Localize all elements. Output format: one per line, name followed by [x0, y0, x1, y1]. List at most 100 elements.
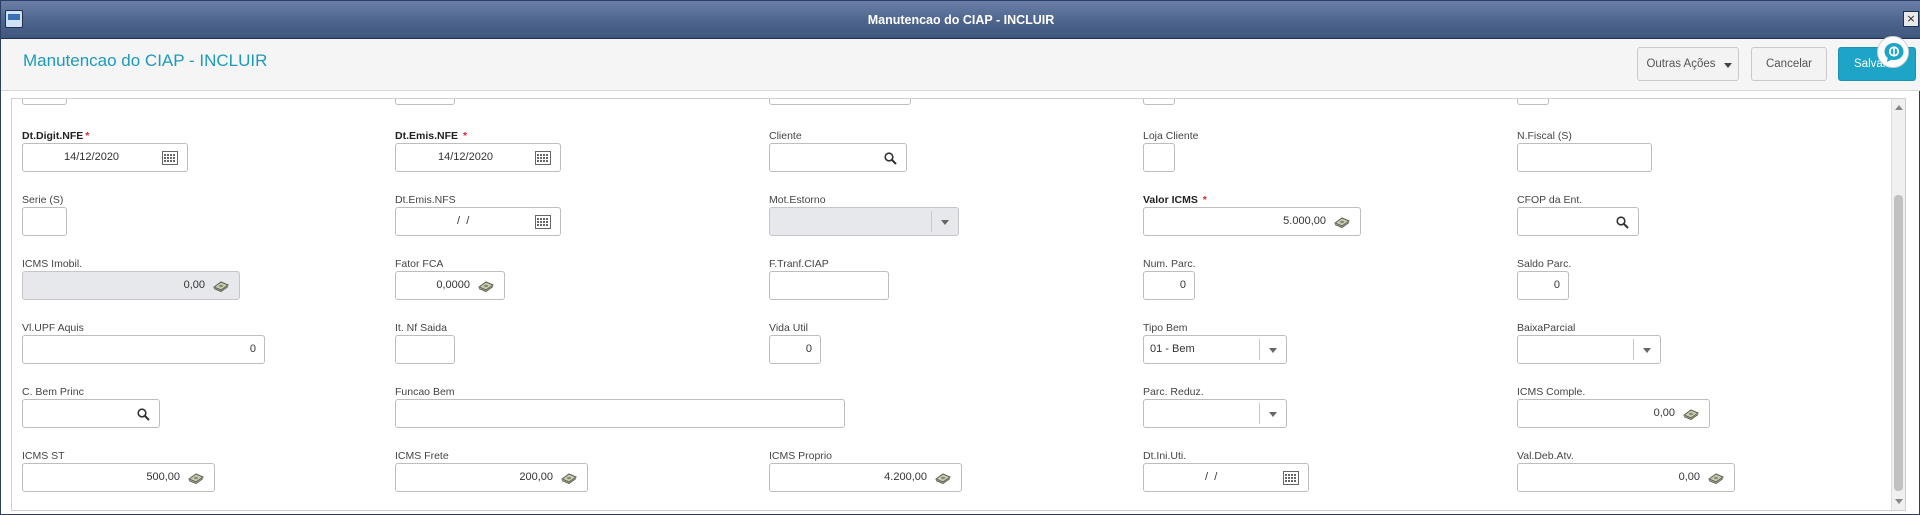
saldo-parc-input[interactable]: 0	[1517, 271, 1569, 300]
calendar-icon[interactable]	[1283, 471, 1299, 488]
dt-digit-nfe-label: Dt.Digit.NFE *	[22, 130, 90, 142]
num-parc-label: Num. Parc.	[1143, 258, 1196, 270]
parc-reduz-select[interactable]	[1143, 399, 1287, 428]
cliente-label: Cliente	[769, 130, 802, 142]
money-icon[interactable]	[560, 472, 578, 487]
money-icon[interactable]	[1707, 472, 1725, 487]
it-nf-saida-label: It. Nf Saida	[395, 322, 447, 334]
tipo-bem-label: Tipo Bem	[1143, 322, 1188, 334]
money-icon[interactable]	[1682, 408, 1700, 423]
title-bar: Manutencao do CIAP - INCLUIR ×	[1, 1, 1920, 39]
clipped-field	[1143, 99, 1175, 105]
saldo-parc-label: Saldo Parc.	[1517, 258, 1572, 270]
num-parc-input[interactable]: 0	[1143, 271, 1195, 300]
page-header: Manutencao do CIAP - INCLUIR Outras Açõe…	[1, 39, 1920, 91]
funcao-bem-input[interactable]	[395, 399, 845, 428]
money-icon[interactable]	[187, 472, 205, 487]
money-icon[interactable]	[212, 280, 230, 295]
dt-emis-nfs-input[interactable]: / /	[395, 207, 561, 236]
serie-s-input[interactable]	[22, 207, 67, 236]
calendar-icon[interactable]	[535, 215, 551, 232]
window-title: Manutencao do CIAP - INCLUIR	[867, 13, 1055, 27]
fator-fca-input[interactable]: 0,0000	[395, 271, 505, 300]
baixa-parcial-select[interactable]	[1517, 335, 1661, 364]
mot-estorno-label: Mot.Estorno	[769, 194, 826, 206]
vl-upf-aquis-label: Vl.UPF Aquis	[22, 322, 84, 334]
serie-s-label: Serie (S)	[22, 194, 64, 206]
icms-frete-input[interactable]: 200,00	[395, 463, 588, 492]
select-divider	[1633, 339, 1634, 360]
mot-estorno-select[interactable]	[769, 207, 959, 236]
chevron-down-icon[interactable]	[1269, 412, 1277, 417]
clipped-field	[1517, 99, 1549, 105]
close-window-button[interactable]: ×	[1903, 11, 1919, 27]
val-deb-atv-input[interactable]: 0,00	[1517, 463, 1735, 492]
vida-util-label: Vida Util	[769, 322, 808, 334]
tipo-bem-select[interactable]: 01 - Bem	[1143, 335, 1287, 364]
loja-cliente-label: Loja Cliente	[1143, 130, 1199, 142]
loja-cliente-input[interactable]	[1143, 143, 1175, 172]
chevron-down-icon[interactable]	[1269, 348, 1277, 353]
money-icon[interactable]	[1333, 216, 1351, 231]
funcao-bem-label: Funcao Bem	[395, 386, 455, 398]
scroll-thumb[interactable]	[1894, 195, 1903, 491]
clipped-field	[769, 99, 911, 105]
dt-emis-nfe-label: Dt.Emis.NFE *	[395, 130, 468, 142]
search-icon[interactable]	[1616, 216, 1629, 232]
icms-frete-label: ICMS Frete	[395, 450, 449, 462]
icms-comple-input[interactable]: 0,00	[1517, 399, 1710, 428]
scroll-up-icon[interactable]	[1895, 105, 1903, 110]
cancel-button[interactable]: Cancelar	[1751, 47, 1827, 81]
dt-emis-nfs-label: Dt.Emis.NFS	[395, 194, 456, 206]
icms-proprio-input[interactable]: 4.200,00	[769, 463, 962, 492]
select-divider	[931, 211, 932, 232]
valor-icms-label: Valor ICMS *	[1143, 194, 1207, 206]
page-title: Manutencao do CIAP - INCLUIR	[23, 51, 268, 70]
icms-imobil-label: ICMS Imobil.	[22, 258, 83, 270]
dt-ini-uti-label: Dt.Ini.Uti.	[1143, 450, 1187, 462]
icms-proprio-label: ICMS Proprio	[769, 450, 833, 462]
val-deb-atv-label: Val.Deb.Atv.	[1517, 450, 1574, 462]
it-nf-saida-input[interactable]	[395, 335, 455, 364]
clipped-field	[395, 99, 455, 105]
chevron-down-icon[interactable]	[1643, 348, 1651, 353]
select-divider	[1259, 339, 1260, 360]
icms-st-label: ICMS ST	[22, 450, 65, 462]
outras-acoes-label: Outras Ações	[1646, 58, 1716, 70]
vl-upf-aquis-input[interactable]: 0	[22, 335, 265, 364]
outras-acoes-button[interactable]: Outras Ações	[1637, 47, 1739, 81]
dt-ini-uti-input[interactable]: / /	[1143, 463, 1309, 492]
search-icon[interactable]	[884, 152, 897, 168]
form-area: Dt.Digit.NFE * 14/12/2020 Dt.Emis.NFE * 1…	[11, 98, 1906, 511]
c-bem-princ-input[interactable]	[22, 399, 160, 428]
money-icon[interactable]	[477, 280, 495, 295]
dt-emis-nfe-input[interactable]: 14/12/2020	[395, 143, 561, 172]
search-icon[interactable]	[137, 408, 150, 424]
f-tranf-ciap-input[interactable]	[769, 271, 889, 300]
app-window: Manutencao do CIAP - INCLUIR × Manutenca…	[0, 0, 1920, 515]
vertical-scrollbar[interactable]	[1891, 99, 1905, 510]
vida-util-input[interactable]: 0	[769, 335, 821, 364]
chevron-down-icon[interactable]	[941, 220, 949, 225]
icms-comple-label: ICMS Comple.	[1517, 386, 1586, 398]
scroll-down-icon[interactable]	[1895, 499, 1903, 504]
calendar-icon[interactable]	[535, 151, 551, 168]
fator-fca-label: Fator FCA	[395, 258, 444, 270]
parc-reduz-label: Parc. Reduz.	[1143, 386, 1204, 398]
f-tranf-ciap-label: F.Tranf.CIAP	[769, 258, 829, 270]
clipped-field	[22, 99, 67, 105]
c-bem-princ-label: C. Bem Princ	[22, 386, 84, 398]
dt-digit-nfe-input[interactable]: 14/12/2020	[22, 143, 188, 172]
cliente-input[interactable]	[769, 143, 907, 172]
baixa-parcial-label: BaixaParcial	[1517, 322, 1576, 334]
cfop-ent-input[interactable]	[1517, 207, 1639, 236]
icms-st-input[interactable]: 500,00	[22, 463, 215, 492]
n-fiscal-s-input[interactable]	[1517, 143, 1652, 172]
valor-icms-input[interactable]: 5.000,00	[1143, 207, 1361, 236]
cfop-ent-label: CFOP da Ent.	[1517, 194, 1583, 206]
n-fiscal-s-label: N.Fiscal (S)	[1517, 130, 1572, 142]
calendar-icon[interactable]	[162, 151, 178, 168]
chat-icon[interactable]	[1877, 36, 1909, 68]
icms-imobil-input[interactable]: 0,00	[22, 271, 240, 300]
money-icon[interactable]	[934, 472, 952, 487]
